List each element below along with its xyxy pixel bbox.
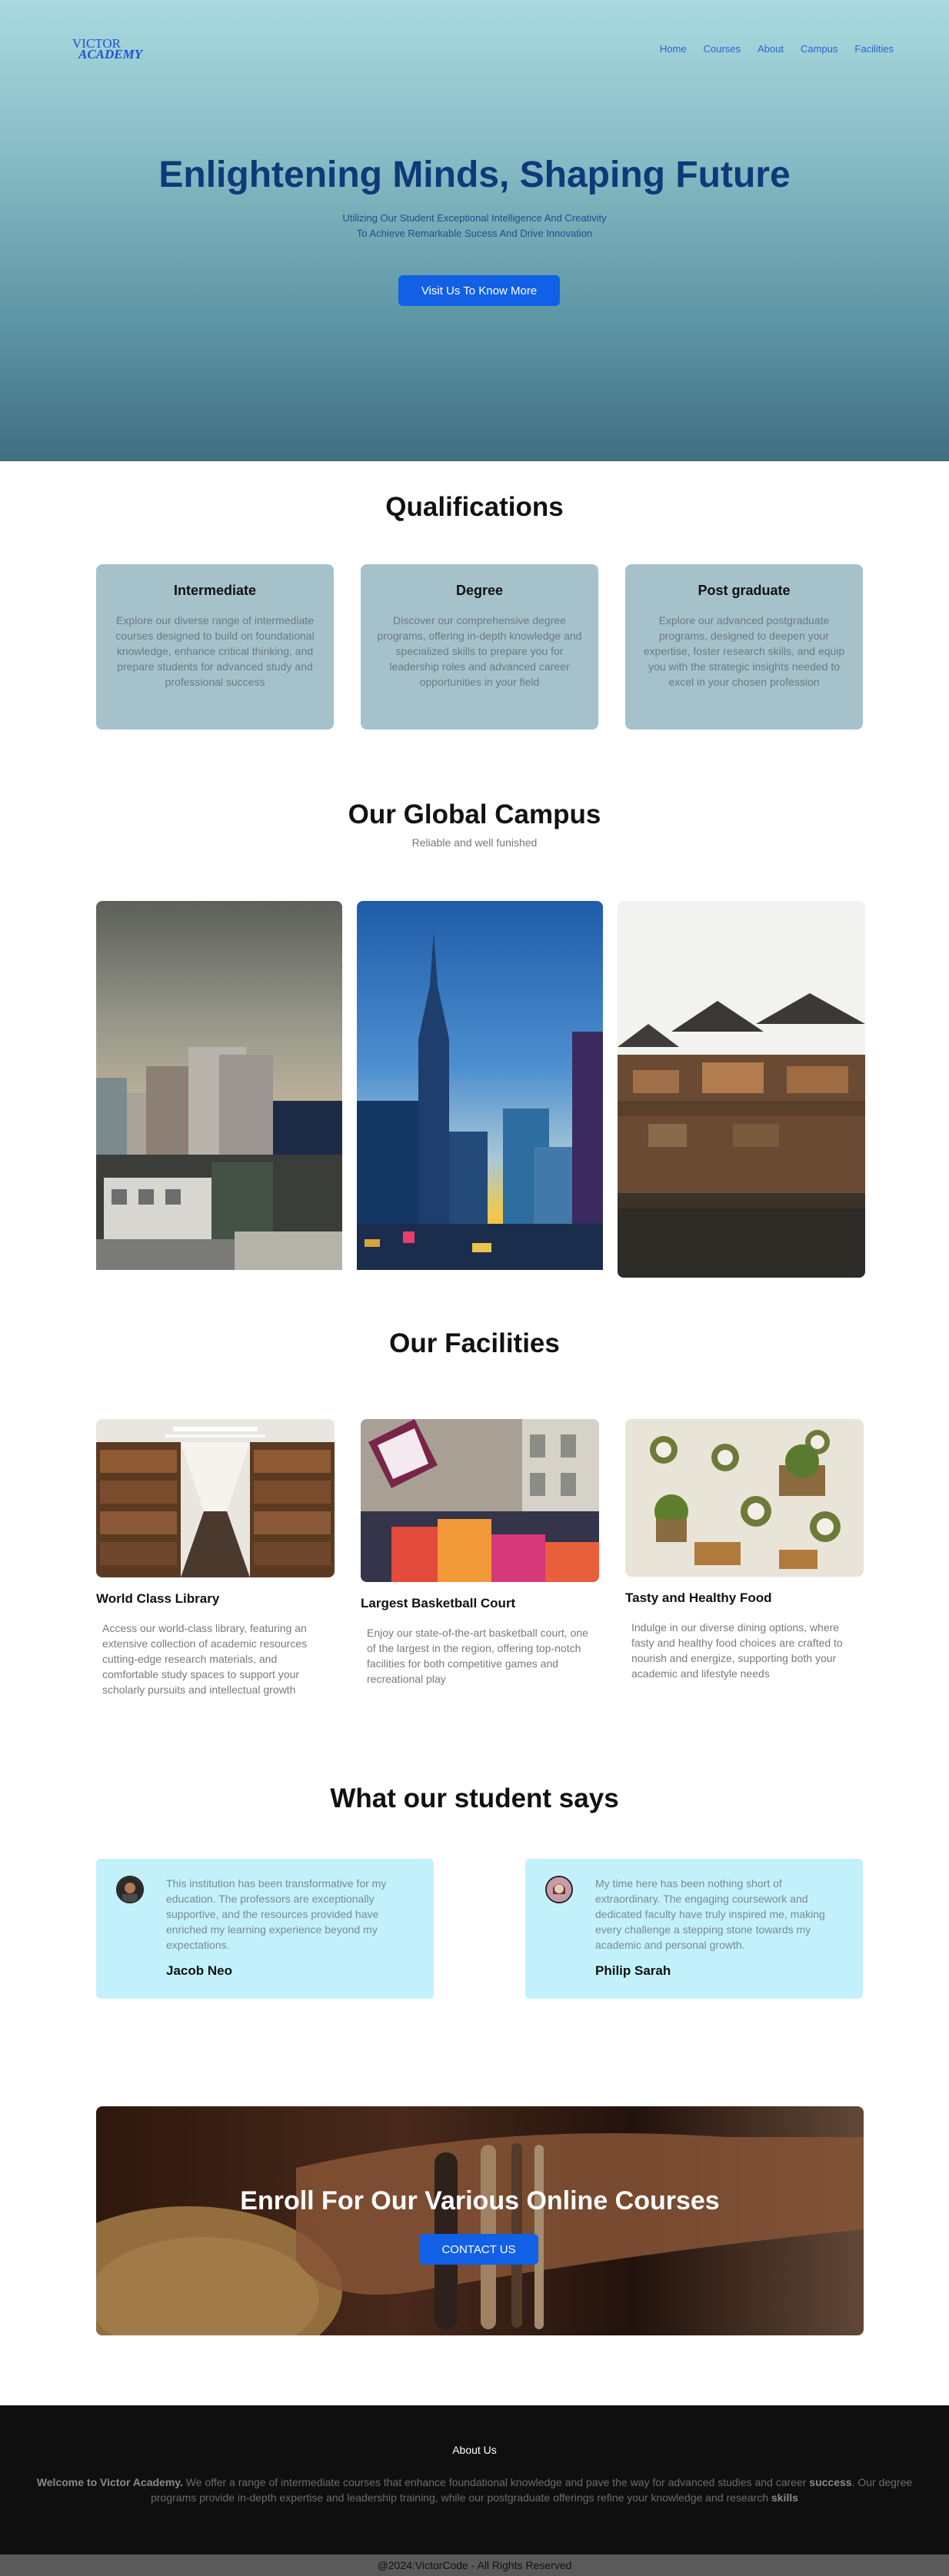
dining-image (625, 1419, 864, 1577)
facility-text: Enjoy our state-of-the-art basketball co… (367, 1627, 588, 1685)
facility-title: Tasty and Healthy Food (625, 1590, 772, 1605)
qualification-card-postgraduate[interactable]: Post graduate Explore our advanced postg… (625, 564, 863, 730)
testimonial-card: My time here has been nothing short of e… (525, 1859, 863, 1999)
facility-title: Largest Basketball Court (361, 1596, 516, 1610)
hero-section: VICTOR ACADEMY Home Courses About Campus… (0, 0, 949, 461)
campus-image-city (96, 901, 342, 1270)
nav-link-home[interactable]: Home (660, 43, 687, 55)
testimonials-title: What our student says (330, 1783, 619, 1813)
testimonial-text: This institution has been transformative… (166, 1877, 387, 1951)
campus-image-skyscrapers (357, 901, 603, 1270)
hero-subtitle-line-1: Utilizing Our Student Exceptional Intell… (342, 212, 607, 224)
qualification-card-text: Explore our diverse range of intermediat… (115, 614, 315, 688)
footer-heading: About Us (452, 2444, 497, 2456)
testimonial-text: My time here has been nothing short of e… (595, 1877, 825, 1951)
nav-link-facilities[interactable]: Facilities (854, 43, 894, 55)
testimonial-author: Philip Sarah (595, 1963, 671, 1978)
nav-links: Home Courses About Campus Facilities (660, 43, 894, 55)
qualification-card-title: Post graduate (698, 583, 791, 598)
testimonials-section: What our student says This institution h… (0, 1783, 949, 1999)
hero-subtitle-line-2: To Achieve Remarkable Sucess And Drive I… (356, 228, 593, 239)
enroll-background-image (96, 2106, 864, 2335)
facility-text: Access our world-class library, featurin… (102, 1622, 308, 1696)
footer-bold-success: success (809, 2476, 852, 2488)
facilities-section: Our Facilities World Class Library Acces… (0, 1328, 949, 1696)
campus-title: Our Global Campus (348, 799, 601, 829)
qualification-card-text: Discover our comprehensive degree progra… (377, 614, 582, 688)
nav-link-campus[interactable]: Campus (801, 43, 837, 55)
qualification-cards: Intermediate Explore our diverse range o… (96, 564, 863, 730)
campus-image-traditional-town (618, 901, 865, 1278)
nav-link-about[interactable]: About (758, 43, 784, 55)
qualification-card-intermediate[interactable]: Intermediate Explore our diverse range o… (96, 564, 334, 730)
facility-basketball[interactable]: Largest Basketball Court Enjoy our state… (361, 1419, 599, 1687)
facility-food[interactable]: Tasty and Healthy Food Indulge in our di… (625, 1419, 864, 1681)
visit-us-button[interactable]: Visit Us To Know More (398, 275, 560, 306)
avatar (545, 1876, 573, 1903)
campus-section: Our Global Campus Reliable and well funi… (0, 799, 949, 1278)
enroll-banner: Enroll For Our Various Online Courses CO… (96, 2106, 864, 2335)
testimonial-author: Jacob Neo (166, 1963, 232, 1978)
qualifications-section: Qualifications Intermediate Explore our … (0, 492, 949, 730)
qualification-card-degree[interactable]: Degree Discover our comprehensive degree… (361, 564, 598, 730)
avatar (116, 1876, 144, 1903)
footer-bold-skills: skills (771, 2491, 798, 2504)
facility-library[interactable]: World Class Library Access our world-cla… (96, 1419, 335, 1697)
top-navbar: VICTOR ACADEMY Home Courses About Campus… (0, 35, 949, 66)
qualifications-title: Qualifications (385, 492, 564, 522)
qualification-card-text: Explore our advanced postgraduate progra… (643, 614, 845, 688)
hero-title: Enlightening Minds, Shaping Future (158, 155, 791, 195)
footer-text-part-1: We offer a range of intermediate courses… (182, 2476, 810, 2488)
testimonial-card: This institution has been transformative… (96, 1859, 434, 1999)
enroll-title: Enroll For Our Various Online Courses (240, 2186, 720, 2215)
footer: About Us Welcome to Victor Academy. We o… (0, 2405, 949, 2554)
hero-subtitle: Utilizing Our Student Exceptional Intell… (0, 211, 949, 241)
facilities-title: Our Facilities (389, 1328, 560, 1358)
contact-us-button[interactable]: CONTACT US (419, 2234, 538, 2265)
qualification-card-title: Intermediate (173, 583, 257, 598)
footer-bold-intro: Welcome to Victor Academy. (36, 2476, 183, 2488)
copyright-bar: @2024:VictorCode - All Rights Reserved (0, 2554, 949, 2576)
campus-gallery (96, 901, 865, 1278)
qualification-card-title: Degree (455, 583, 504, 598)
site-logo[interactable]: VICTOR ACADEMY (72, 37, 143, 61)
facility-title: World Class Library (96, 1591, 220, 1606)
footer-about-text: Welcome to Victor Academy. We offer a ra… (18, 2475, 931, 2505)
campus-caption: Reliable and well funished (411, 836, 538, 849)
facility-text: Indulge in our diverse dining options, w… (631, 1621, 843, 1680)
basketball-court-image (361, 1419, 599, 1582)
library-image (96, 1419, 335, 1577)
nav-link-courses[interactable]: Courses (704, 43, 741, 55)
logo-line-2: ACADEMY (78, 47, 143, 61)
